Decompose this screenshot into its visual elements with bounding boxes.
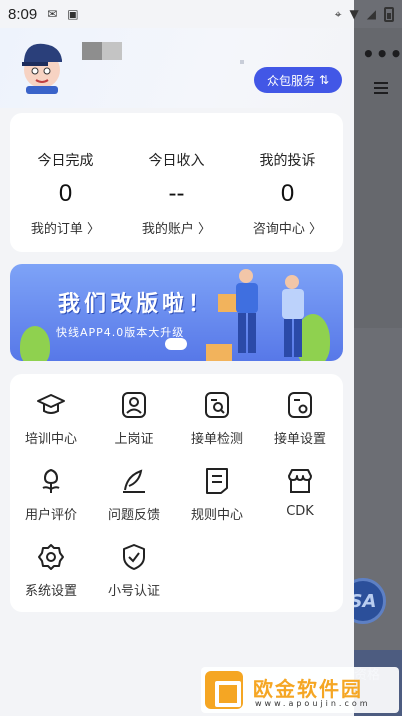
stat-value: 0 bbox=[58, 180, 73, 207]
watermark-url: www.apoujin.com bbox=[255, 699, 371, 708]
decorative-dot bbox=[240, 60, 244, 64]
menu-item-label: 问题反馈 bbox=[107, 508, 160, 523]
function-menu: 培训中心 上岗证 接单检测 接单设置 用户评价 问题反馈 规则中心 CDK 系统… bbox=[10, 374, 343, 612]
watermark-title: 欧金软件园 bbox=[253, 677, 363, 701]
store-icon bbox=[288, 469, 312, 493]
menu-item-user-reviews[interactable]: 用户评价 bbox=[10, 466, 92, 523]
status-time: 8:09 bbox=[8, 5, 38, 23]
menu-item-label: 系统设置 bbox=[24, 584, 77, 599]
couriers-illustration bbox=[236, 269, 304, 357]
signal-icon: ◢ bbox=[366, 7, 376, 21]
rules-note-icon bbox=[206, 468, 228, 494]
wifi-icon: ▼ bbox=[349, 7, 359, 21]
stat-label: 今日完成 bbox=[37, 153, 94, 169]
scan-search-icon bbox=[205, 392, 229, 418]
promo-banner[interactable]: 我们改版啦！ 快线APP4.0版本大升级 bbox=[10, 264, 343, 361]
help-center-link[interactable]: 咨询中心 〉 bbox=[232, 218, 343, 237]
menu-item-rules-center[interactable]: 规则中心 bbox=[176, 466, 258, 523]
id-badge-icon bbox=[122, 392, 146, 418]
stat-value: -- bbox=[168, 180, 185, 207]
watermark-logo bbox=[205, 671, 243, 709]
side-drawer: 众包服务 ⇅ 今日完成 0 我的订单 〉 今日收入 -- 我的账户 〉 我的投诉… bbox=[0, 0, 354, 716]
background-panel bbox=[354, 28, 402, 328]
menu-item-work-permit[interactable]: 上岗证 bbox=[93, 390, 175, 447]
menu-item-order-settings[interactable]: 接单设置 bbox=[259, 390, 341, 447]
graduation-cap-icon bbox=[37, 394, 65, 414]
menu-item-cdk[interactable]: CDK bbox=[259, 466, 341, 519]
location-icon: ⌖ bbox=[334, 6, 342, 21]
menu-item-order-check[interactable]: 接单检测 bbox=[176, 390, 258, 447]
menu-item-label: 小号认证 bbox=[107, 584, 160, 599]
menu-item-training-center[interactable]: 培训中心 bbox=[10, 390, 92, 447]
menu-item-label: 培训中心 bbox=[24, 432, 77, 447]
feather-pen-icon bbox=[123, 469, 145, 493]
app-notification-icon: ▣ bbox=[67, 7, 79, 21]
menu-item-sub-account-verify[interactable]: 小号认证 bbox=[93, 542, 175, 599]
watermark: 欧金软件园 www.apoujin.com bbox=[201, 667, 399, 713]
gear-icon bbox=[38, 544, 64, 570]
menu-item-label: 接单设置 bbox=[273, 432, 326, 447]
box-decoration bbox=[206, 344, 232, 361]
swap-icon: ⇅ bbox=[318, 73, 330, 87]
stat-today-completed: 今日完成 0 我的订单 〉 bbox=[10, 113, 121, 237]
banner-title: 我们改版啦！ bbox=[58, 292, 215, 317]
menu-item-label: 上岗证 bbox=[114, 432, 154, 447]
crowd-service-label: 众包服务 bbox=[266, 73, 315, 88]
status-bar: 8:09 ✉ ▣ ⌖ ▼ ◢ bbox=[0, 0, 402, 28]
flower-icon bbox=[42, 468, 60, 493]
shield-check-icon bbox=[123, 544, 145, 570]
hamburger-menu-icon[interactable] bbox=[374, 82, 388, 94]
my-orders-link[interactable]: 我的订单 〉 bbox=[10, 218, 121, 237]
stat-value: 0 bbox=[280, 180, 295, 207]
order-settings-icon bbox=[288, 392, 312, 418]
more-options-icon[interactable]: ••• bbox=[362, 42, 402, 66]
stat-label: 我的投诉 bbox=[259, 153, 316, 169]
my-account-link[interactable]: 我的账户 〉 bbox=[121, 218, 232, 237]
stat-label: 今日收入 bbox=[148, 153, 205, 169]
avatar[interactable] bbox=[18, 38, 66, 94]
banner-subtitle: 快线APP4.0版本大升级 bbox=[56, 326, 185, 339]
bush-decoration bbox=[20, 326, 50, 361]
menu-item-label: CDK bbox=[286, 504, 314, 519]
menu-item-system-settings[interactable]: 系统设置 bbox=[10, 542, 92, 599]
stats-card: 今日完成 0 我的订单 〉 今日收入 -- 我的账户 〉 我的投诉 0 咨询中心… bbox=[10, 113, 343, 252]
menu-item-label: 规则中心 bbox=[190, 508, 243, 523]
stat-today-income: 今日收入 -- 我的账户 〉 bbox=[121, 113, 232, 237]
battery-icon bbox=[384, 6, 394, 22]
crowd-service-button[interactable]: 众包服务 ⇅ bbox=[254, 67, 342, 93]
message-icon: ✉ bbox=[47, 7, 58, 21]
menu-item-label: 接单检测 bbox=[190, 432, 243, 447]
menu-item-feedback[interactable]: 问题反馈 bbox=[93, 466, 175, 523]
menu-item-label: 用户评价 bbox=[24, 508, 77, 523]
user-name-masked bbox=[82, 42, 122, 60]
stat-my-complaints: 我的投诉 0 咨询中心 〉 bbox=[232, 113, 343, 237]
carousel-indicator bbox=[165, 338, 187, 350]
